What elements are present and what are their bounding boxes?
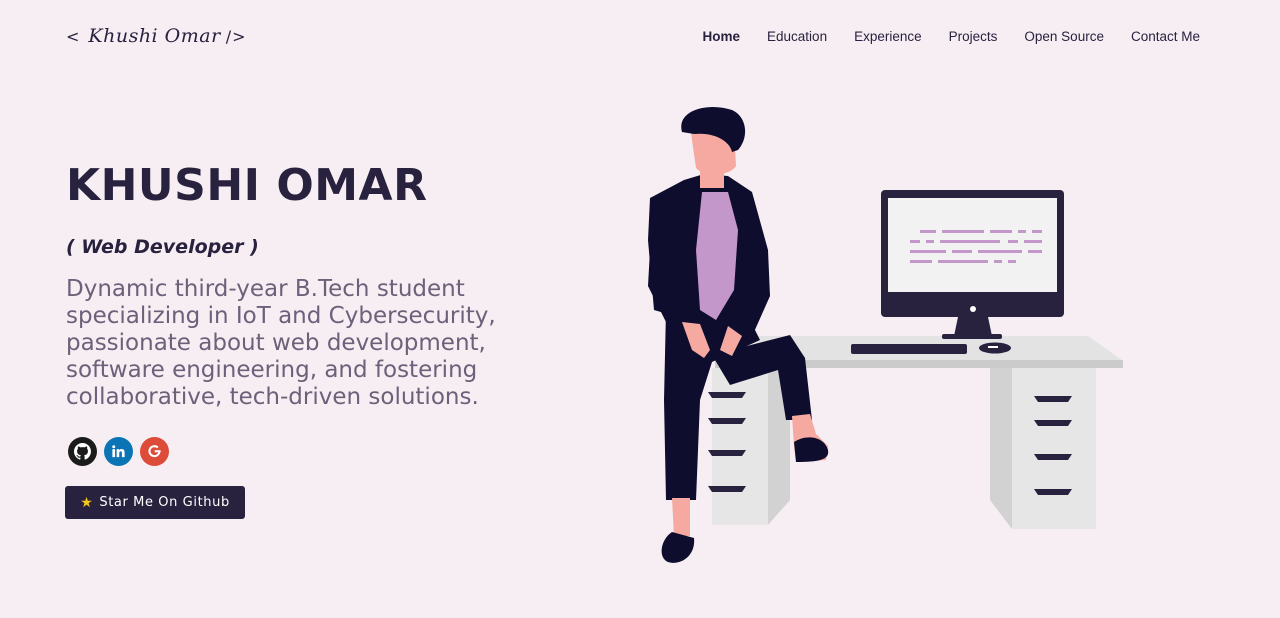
nav-experience[interactable]: Experience <box>854 28 922 46</box>
developer-at-desk-illustration <box>648 106 1123 563</box>
hero-bio: Dynamic third-year B.Tech student specia… <box>66 276 496 410</box>
logo-close-bracket: /> <box>225 26 247 46</box>
hero-name: KHUSHI OMAR <box>66 160 428 211</box>
linkedin-link[interactable] <box>104 437 133 466</box>
nav-education[interactable]: Education <box>767 28 827 46</box>
nav-home[interactable]: Home <box>703 28 741 46</box>
logo-open-bracket: < <box>66 26 81 46</box>
keyboard <box>851 344 967 354</box>
google-icon <box>148 445 161 458</box>
monitor <box>881 190 1064 339</box>
nav-contact-me[interactable]: Contact Me <box>1131 28 1200 46</box>
github-icon <box>74 443 91 460</box>
star-button-label: Star Me On Github <box>99 495 230 510</box>
logo-signature: Khushi Omar <box>88 25 221 47</box>
github-link[interactable] <box>68 437 97 466</box>
star-on-github-button[interactable]: ★ Star Me On Github <box>65 486 245 519</box>
portfolio-page: < Khushi Omar /> Home Education Experien… <box>0 0 1280 618</box>
social-links <box>68 437 169 466</box>
nav-open-source[interactable]: Open Source <box>1024 28 1104 46</box>
google-link[interactable] <box>140 437 169 466</box>
hero-role: ( Web Developer ) <box>66 236 259 258</box>
nav-projects[interactable]: Projects <box>949 28 998 46</box>
star-icon: ★ <box>80 494 94 511</box>
logo-link[interactable]: < Khushi Omar /> <box>66 22 246 50</box>
linkedin-icon <box>112 445 125 458</box>
site-header: < Khushi Omar /> Home Education Experien… <box>0 0 1280 72</box>
main-nav: Home Education Experience Projects Open … <box>676 28 1200 46</box>
